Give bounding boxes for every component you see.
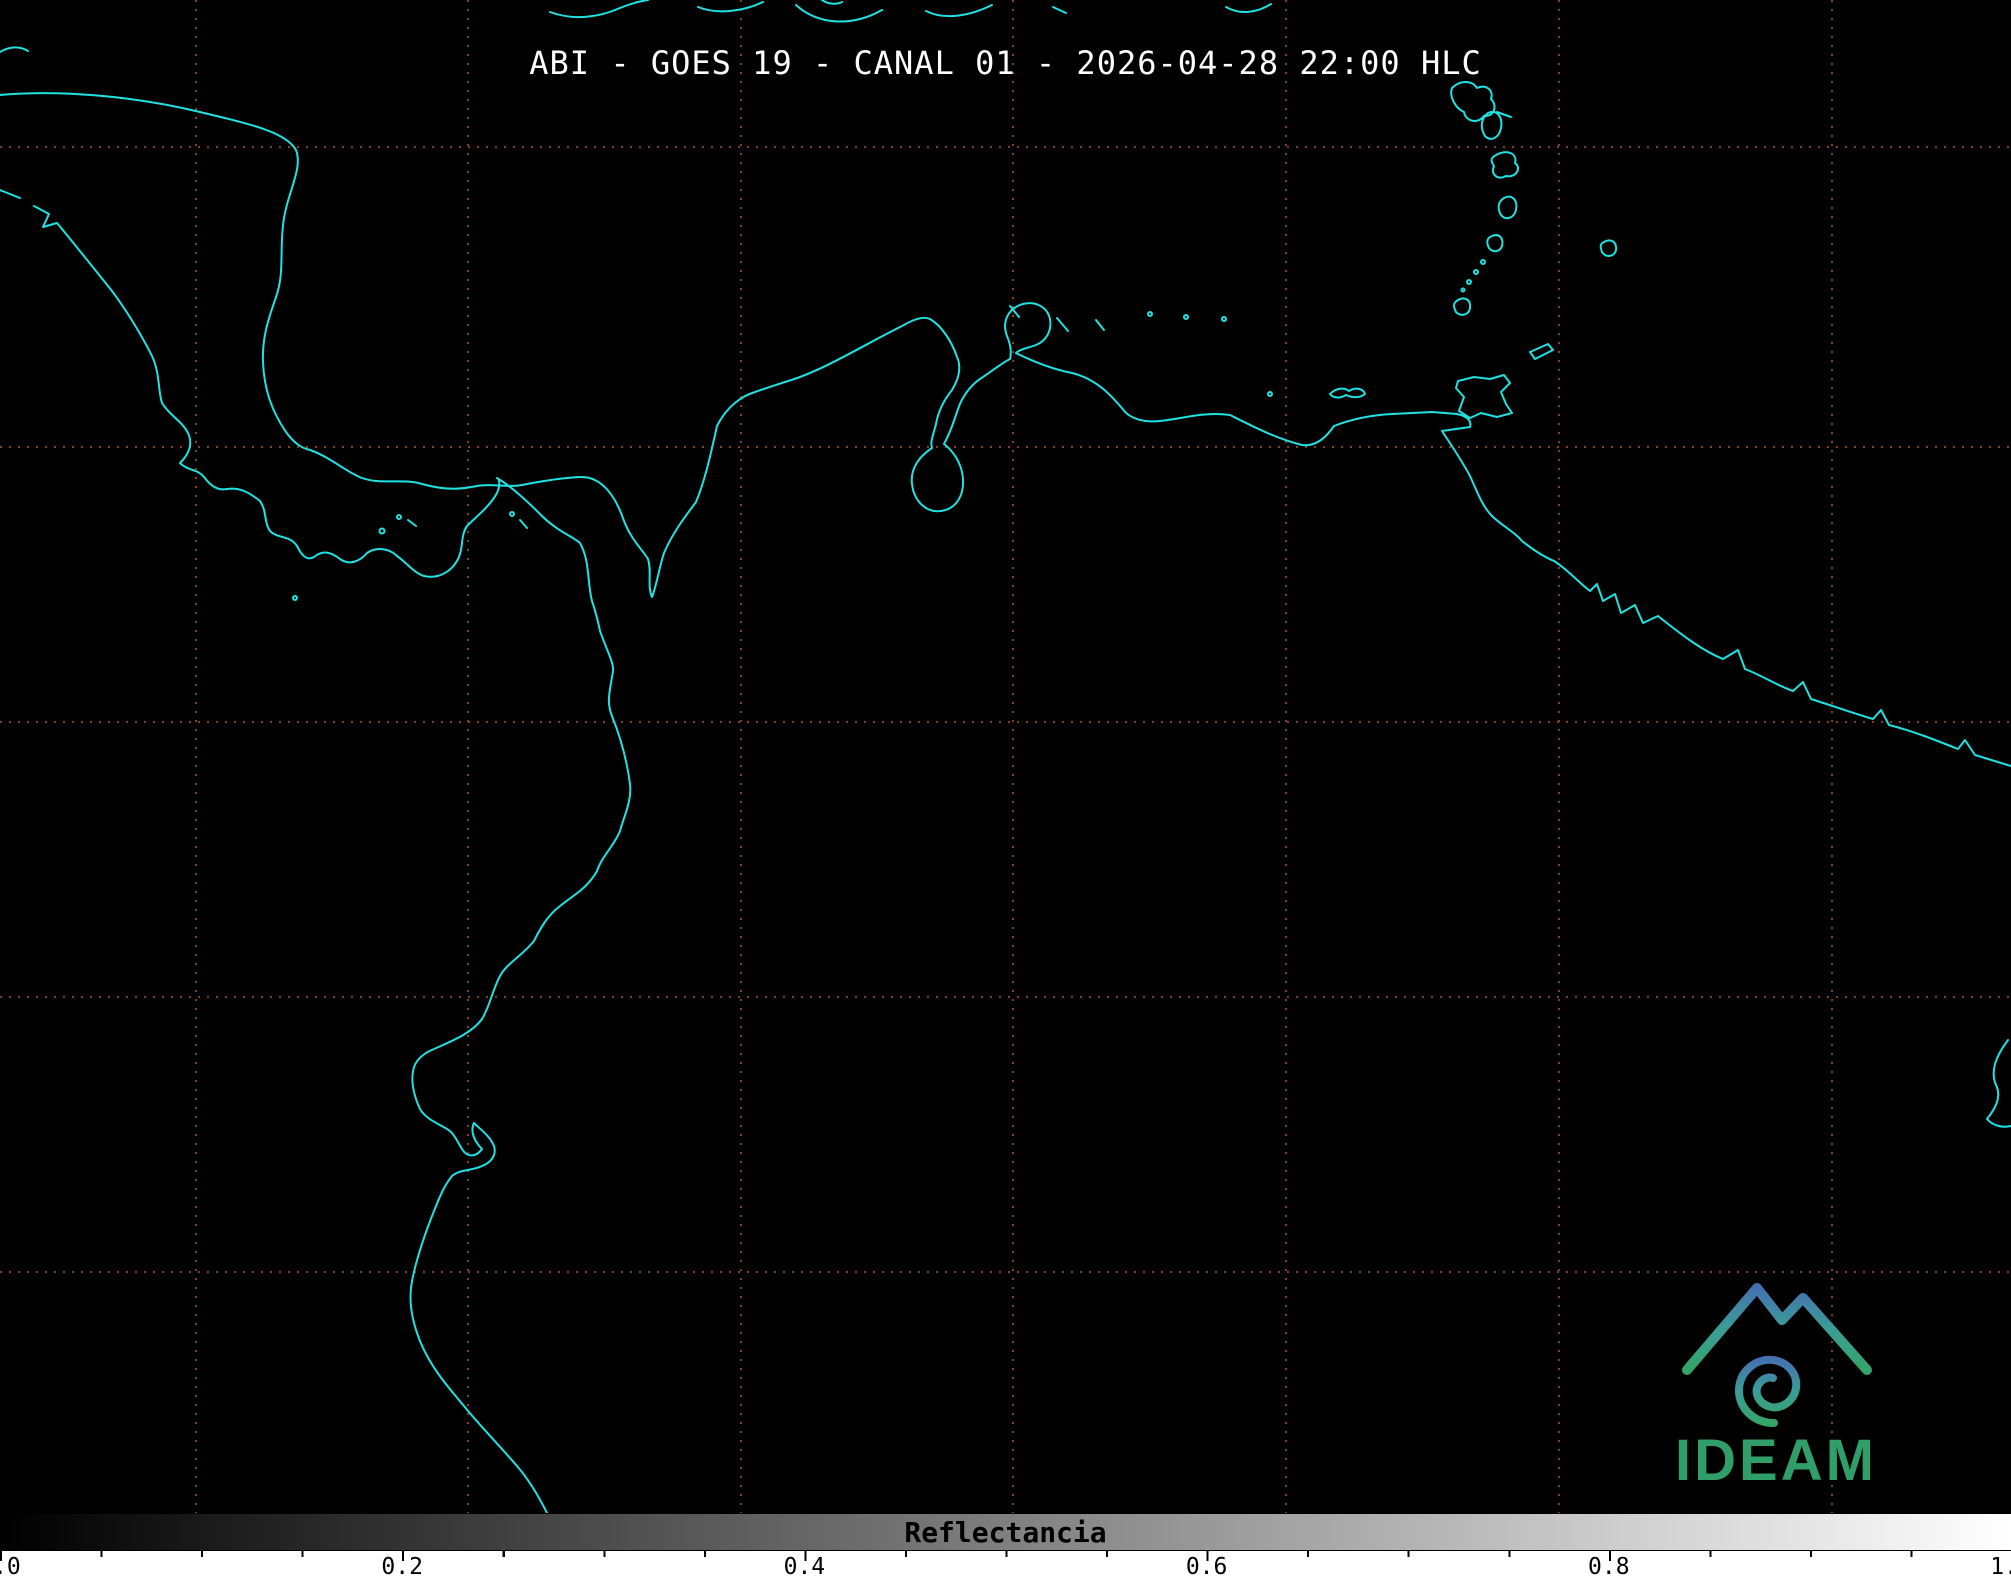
colorbar-label: Reflectancia [904, 1516, 1107, 1549]
satellite-image-viewport: ABI - GOES 19 - CANAL 01 - 2026-04-28 22… [0, 0, 2011, 1577]
image-title: ABI - GOES 19 - CANAL 01 - 2026-04-28 22… [529, 44, 1482, 82]
colorbar-tick-label: 1.0 [1990, 1554, 2011, 1577]
colorbar: Reflectancia [0, 1513, 2011, 1551]
ideam-logo: IDEAM [1669, 1258, 1883, 1490]
ideam-logo-text: IDEAM [1675, 1428, 1877, 1493]
colorbar-axis: 0.0 0.2 0.4 0.6 0.8 1.0 [0, 1551, 2011, 1577]
colorbar-tick-label: 0.6 [1185, 1554, 1228, 1577]
colorbar-tick-label: 0.4 [783, 1554, 826, 1577]
ideam-logo-icon [1682, 1283, 1872, 1427]
colorbar-tick-label: 0.2 [381, 1554, 423, 1577]
colorbar-tick-label: 0.0 [0, 1554, 21, 1577]
colorbar-tick-label: 0.8 [1588, 1554, 1630, 1577]
